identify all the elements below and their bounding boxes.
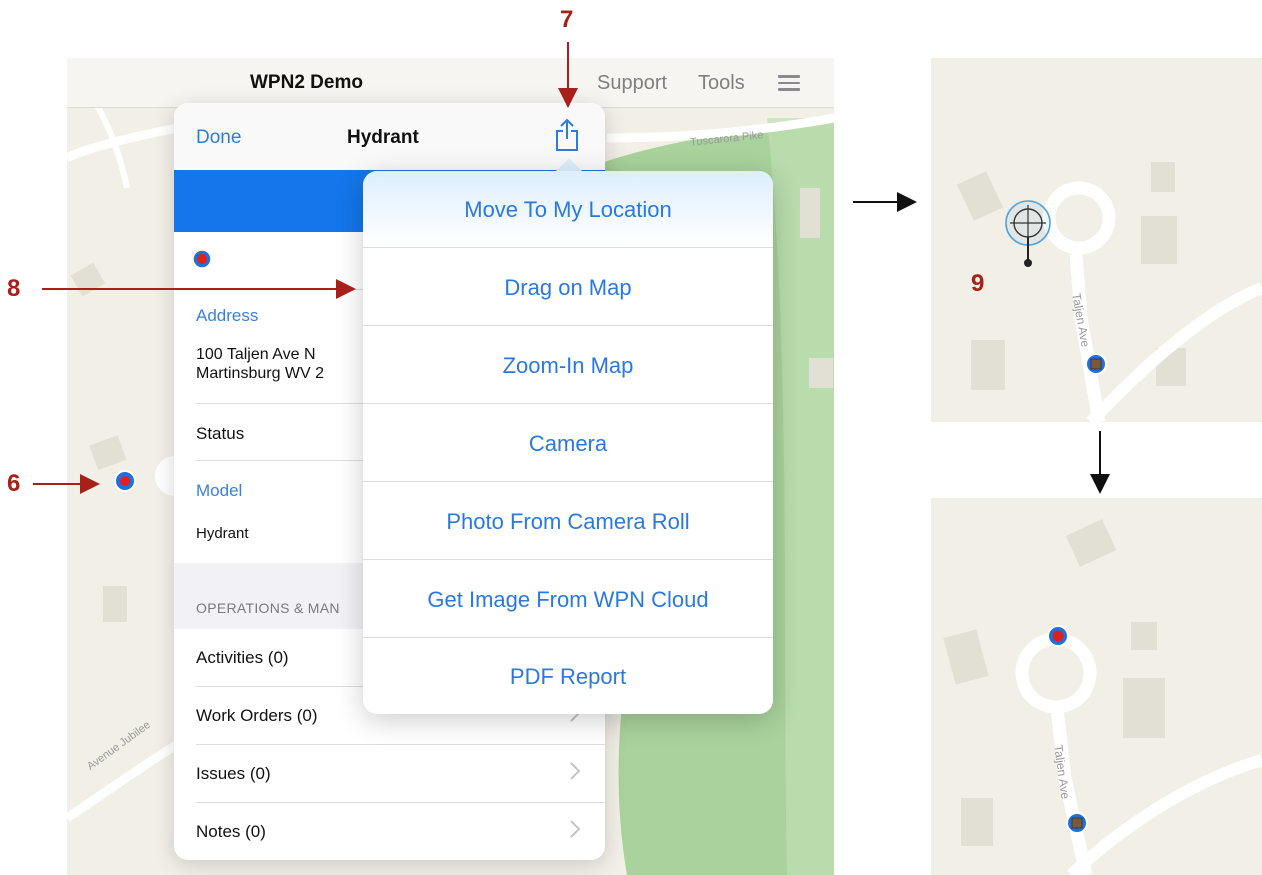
drag-preview-map: Taljen Ave 9 — [931, 58, 1262, 422]
tutorial-figure: Tuscarora Pike Avenue Jubilee WPN2 Demo … — [0, 0, 1262, 875]
callout-step-9: 9 — [971, 270, 985, 297]
result-map-canvas — [943, 519, 1262, 875]
drag-preview-canvas — [957, 162, 1262, 422]
result-map: Taljen Ave — [931, 498, 1262, 875]
callout-step-6: 6 — [7, 470, 21, 497]
callout-step-8: 8 — [7, 275, 21, 302]
callout-step-7: 7 — [560, 6, 574, 33]
